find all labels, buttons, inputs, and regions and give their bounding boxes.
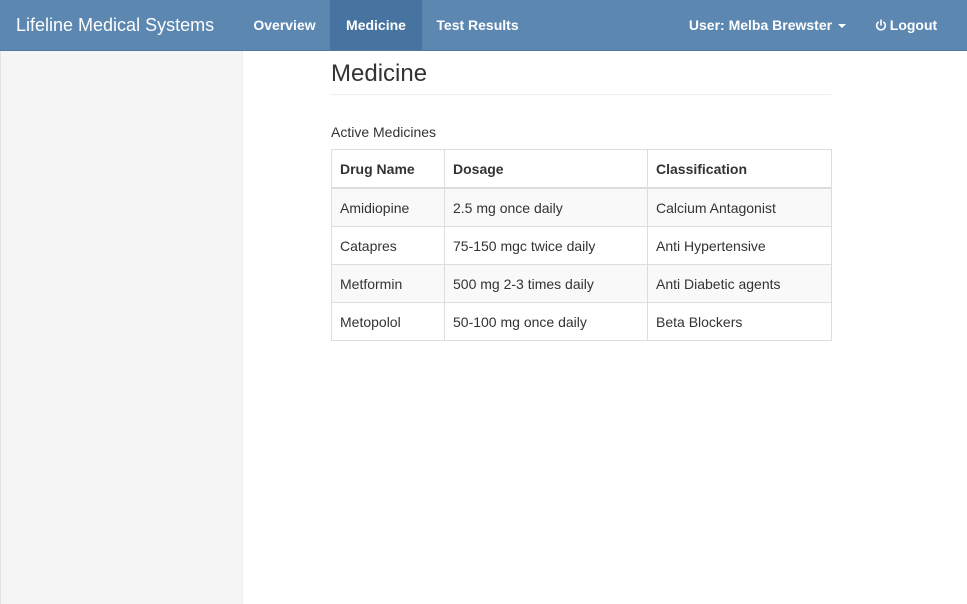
table-row: Catapres 75-150 mgc twice daily Anti Hyp…: [331, 226, 832, 265]
logout-label: Logout: [889, 17, 938, 33]
user-menu-label: User: Melba Brewster: [688, 17, 833, 33]
classification-cell: Beta Blockers: [647, 302, 832, 341]
column-header-classification: Classification: [647, 149, 832, 189]
top-navbar: Lifeline Medical Systems Overview Medici…: [0, 0, 967, 51]
section-label: Active Medicines: [331, 124, 437, 140]
classification-cell: Anti Hypertensive: [647, 226, 832, 265]
logout-button[interactable]: Logout: [860, 0, 952, 50]
table-header-row: Drug Name Dosage Classification: [331, 149, 832, 189]
caret-down-icon: [838, 24, 847, 29]
dosage-cell: 500 mg 2-3 times daily: [444, 264, 648, 303]
drug-name-cell: Metformin: [331, 264, 445, 303]
classification-cell: Calcium Antagonist: [647, 187, 832, 227]
column-header-dosage: Dosage: [444, 149, 648, 189]
classification-cell: Anti Diabetic agents: [647, 264, 832, 303]
table-row: Amidiopine 2.5 mg once daily Calcium Ant…: [331, 187, 832, 227]
nav-medicine[interactable]: Medicine: [330, 0, 422, 50]
brand-link[interactable]: Lifeline Medical Systems: [16, 0, 214, 51]
user-menu-dropdown[interactable]: User: Melba Brewster: [675, 0, 860, 50]
nav-overview[interactable]: Overview: [239, 0, 330, 50]
dosage-cell: 50-100 mg once daily: [444, 302, 648, 341]
nav-test-results[interactable]: Test Results: [422, 0, 533, 50]
column-header-drug-name: Drug Name: [331, 149, 445, 189]
main-content: Medicine Active Medicines Drug Name Dosa…: [331, 51, 832, 341]
dosage-cell: 75-150 mgc twice daily: [444, 226, 648, 265]
drug-name-cell: Amidiopine: [331, 187, 445, 227]
drug-name-cell: Catapres: [331, 226, 445, 265]
medicines-table: Drug Name Dosage Classification Amidiopi…: [331, 149, 832, 341]
drug-name-cell: Metopolol: [331, 302, 445, 341]
dosage-cell: 2.5 mg once daily: [444, 187, 648, 227]
power-icon: [875, 19, 886, 31]
table-row: Metopolol 50-100 mg once daily Beta Bloc…: [331, 302, 832, 341]
table-row: Metformin 500 mg 2-3 times daily Anti Di…: [331, 264, 832, 303]
page-title: Medicine: [331, 51, 831, 95]
sidebar: [0, 51, 243, 604]
